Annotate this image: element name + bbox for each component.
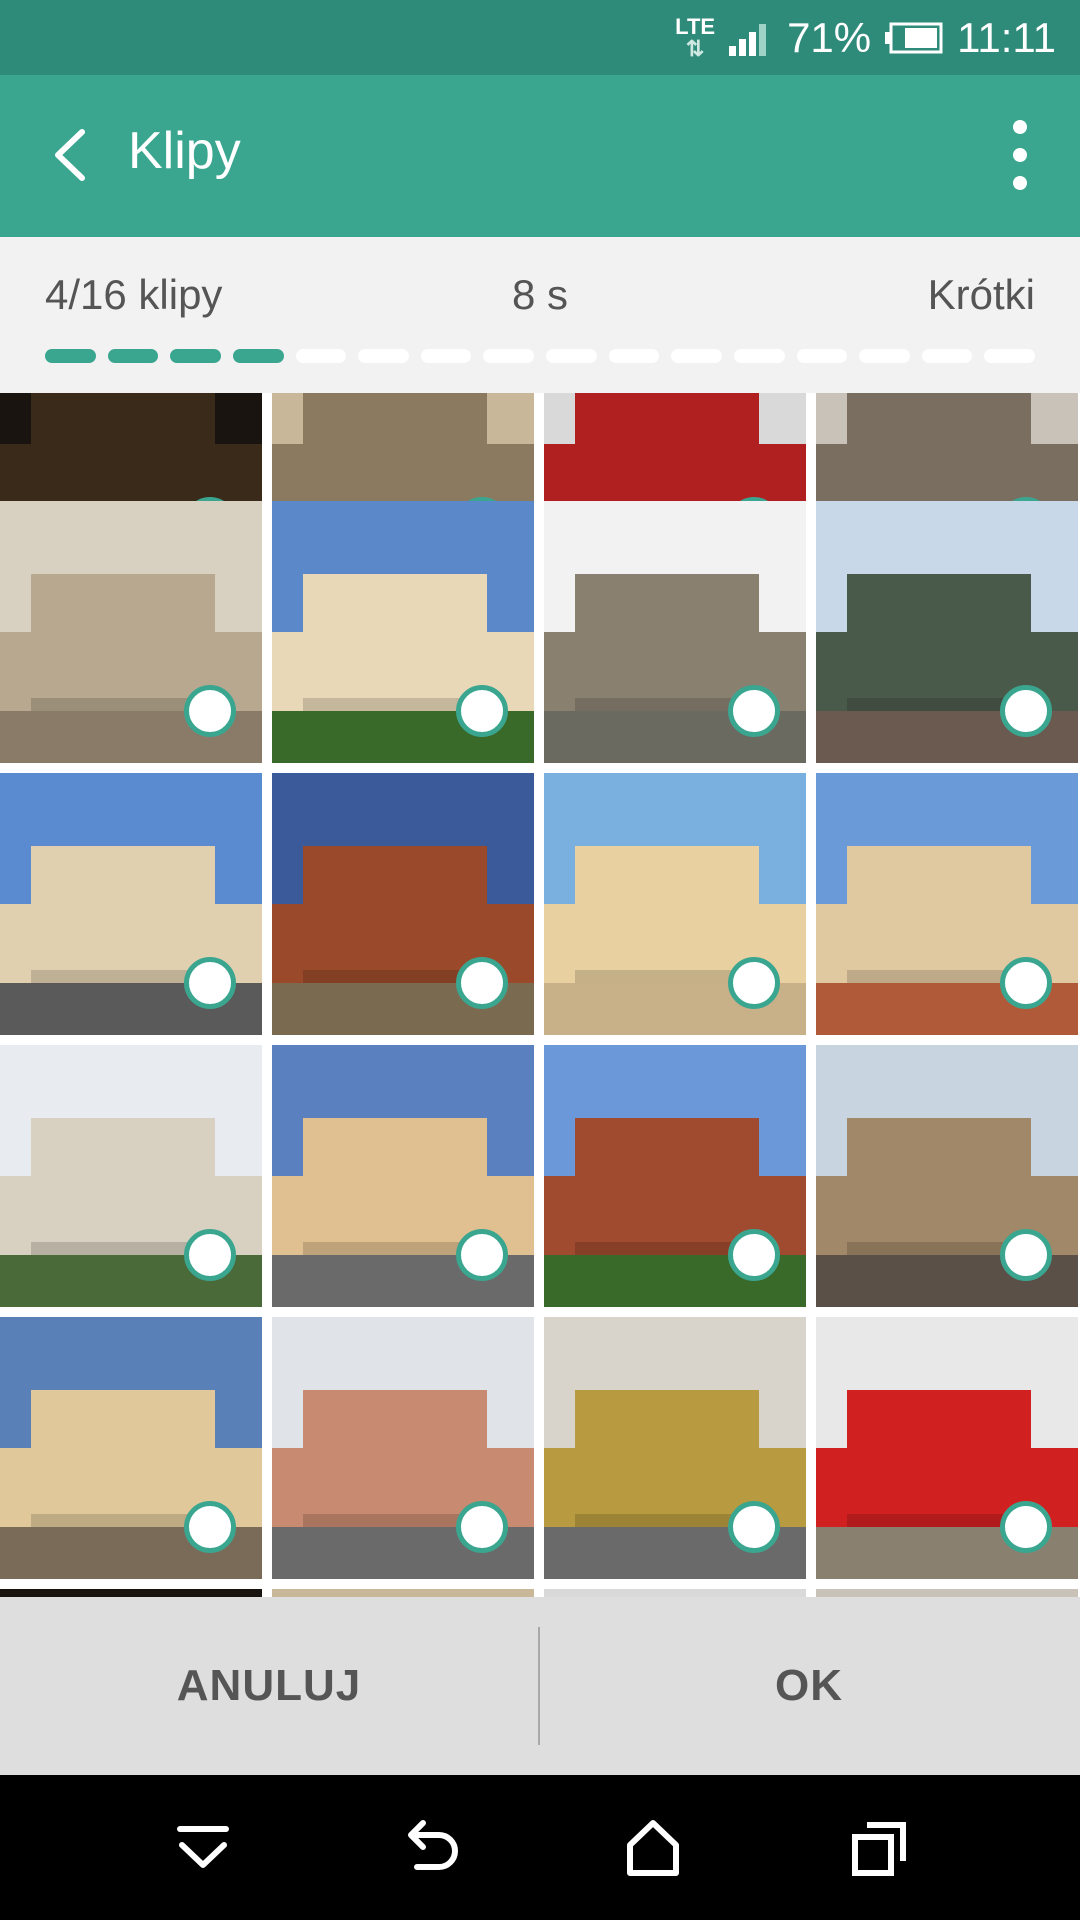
clip-info-bar: 4/16 klipy 8 s Krótki xyxy=(0,237,1080,393)
more-vert-icon[interactable] xyxy=(990,115,1050,195)
photo-tile[interactable] xyxy=(816,501,1078,763)
progress-segment xyxy=(358,349,409,363)
select-checkbox[interactable] xyxy=(1000,1501,1052,1553)
photo-tile[interactable] xyxy=(0,1589,262,1597)
photo-tile[interactable] xyxy=(272,501,534,763)
clip-progress xyxy=(45,349,1035,365)
select-checkbox[interactable] xyxy=(184,685,236,737)
progress-segment xyxy=(921,349,973,363)
navigation-bar xyxy=(0,1775,1080,1920)
photo-sky xyxy=(0,1589,262,1597)
progress-segment xyxy=(859,349,910,363)
photo-grid[interactable] xyxy=(0,393,1080,1597)
progress-segment xyxy=(170,349,221,363)
select-checkbox[interactable] xyxy=(1000,957,1052,1009)
progress-segment xyxy=(295,349,347,363)
select-checkbox[interactable] xyxy=(184,1501,236,1553)
select-checkbox[interactable] xyxy=(456,957,508,1009)
duration-label: 8 s xyxy=(511,271,569,318)
back-arrow-icon[interactable] xyxy=(40,120,110,190)
select-checkbox[interactable] xyxy=(1000,1229,1052,1281)
battery-icon xyxy=(885,22,943,53)
photo-tile[interactable] xyxy=(544,773,806,1035)
select-checkbox[interactable] xyxy=(728,1229,780,1281)
data-arrows-icon: ⇅ xyxy=(685,35,705,61)
home-icon[interactable] xyxy=(618,1813,688,1883)
photo-tile[interactable] xyxy=(0,773,262,1035)
photo-tile[interactable] xyxy=(272,1317,534,1579)
progress-segment xyxy=(546,349,597,363)
photo-tile[interactable] xyxy=(544,1317,806,1579)
app-bar: Klipy xyxy=(0,75,1080,237)
select-checkbox[interactable] xyxy=(728,957,780,1009)
photo-sky xyxy=(544,1589,806,1597)
photo-tile[interactable] xyxy=(816,773,1078,1035)
progress-segment xyxy=(733,349,785,363)
progress-segment xyxy=(796,349,848,363)
hide-keyboard-icon[interactable] xyxy=(168,1813,238,1883)
signal-icon xyxy=(729,23,767,56)
status-icons: LTE ⇅ 71% 11:11 xyxy=(675,0,1056,75)
progress-segment xyxy=(608,349,660,363)
photo-tile[interactable] xyxy=(816,1317,1078,1579)
select-checkbox[interactable] xyxy=(728,1501,780,1553)
progress-segment xyxy=(232,349,284,363)
ok-button[interactable]: OK xyxy=(540,1597,1078,1775)
progress-segment xyxy=(420,349,472,363)
photo-tile[interactable] xyxy=(272,1045,534,1307)
photo-tile[interactable] xyxy=(544,501,806,763)
page-title: Klipy xyxy=(128,122,241,180)
battery-percent: 71% xyxy=(787,13,872,61)
clock: 11:11 xyxy=(957,13,1056,61)
photo-tile[interactable] xyxy=(544,1589,806,1597)
progress-segment xyxy=(107,349,159,363)
select-checkbox[interactable] xyxy=(184,957,236,1009)
recents-icon[interactable] xyxy=(845,1813,915,1883)
lte-indicator: LTE ⇅ xyxy=(675,13,716,61)
photo-tile[interactable] xyxy=(544,1045,806,1307)
select-checkbox[interactable] xyxy=(456,1229,508,1281)
photo-tile[interactable] xyxy=(816,1045,1078,1307)
status-bar: LTE ⇅ 71% 11:11 xyxy=(0,0,1080,75)
progress-segment xyxy=(671,349,722,363)
photo-tile[interactable] xyxy=(0,1317,262,1579)
select-checkbox[interactable] xyxy=(728,685,780,737)
photo-tile[interactable] xyxy=(272,1589,534,1597)
nav-back-icon[interactable] xyxy=(395,1813,465,1883)
photo-sky xyxy=(272,1589,534,1597)
photo-tile[interactable] xyxy=(0,501,262,763)
progress-segment xyxy=(984,349,1035,363)
progress-segment xyxy=(45,349,96,363)
photo-tile[interactable] xyxy=(816,1589,1078,1597)
cancel-button[interactable]: ANULUJ xyxy=(0,1597,538,1775)
photo-tile[interactable] xyxy=(0,1045,262,1307)
photo-sky xyxy=(816,1589,1078,1597)
action-bar: ANULUJ OK xyxy=(0,1597,1080,1775)
photo-tile[interactable] xyxy=(272,773,534,1035)
select-checkbox[interactable] xyxy=(184,1229,236,1281)
network-type: LTE xyxy=(675,13,716,39)
select-checkbox[interactable] xyxy=(456,685,508,737)
progress-segment xyxy=(483,349,534,363)
length-label: Krótki xyxy=(927,271,1035,318)
select-checkbox[interactable] xyxy=(1000,685,1052,737)
select-checkbox[interactable] xyxy=(456,1501,508,1553)
